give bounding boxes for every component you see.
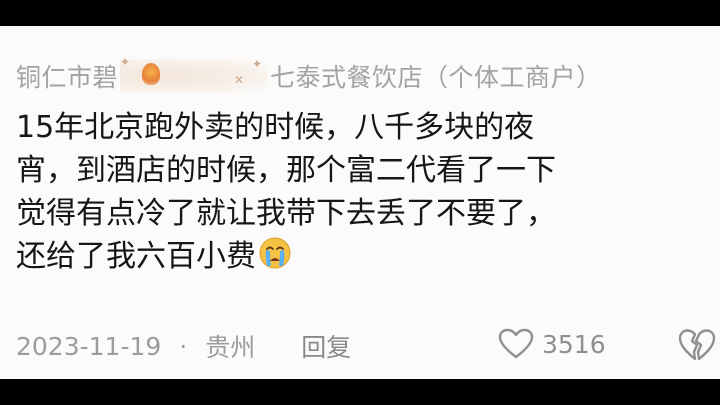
like-button[interactable]: 3516 [498, 328, 606, 360]
like-count: 3516 [542, 329, 606, 359]
comment-body: 15年北京跑外卖的时候，八千多块的夜 宵，到酒店的时候，那个富二代看了一下 觉得… [16, 106, 706, 278]
comment-card: 铜仁市碧 ✦ ✕ ✦ 七泰式餐饮店（个体工商户） 15年北京跑外卖的时候，八千多… [0, 26, 720, 379]
comment-line: 还给了我六百小费 [16, 239, 256, 274]
comment-meta: 2023-11-19 · 贵州 回复 3516 [16, 326, 716, 366]
broken-heart-icon [678, 329, 716, 361]
heart-icon [498, 328, 534, 359]
comment-location: 贵州 [205, 333, 256, 362]
sparkle-icon: ✦ [252, 57, 263, 71]
redacted-name-blur: ✦ ✕ ✦ [120, 55, 269, 93]
sparkle-icon: ✕ [234, 73, 245, 87]
author-name-suffix: 七泰式餐饮店（个体工商户） [270, 63, 602, 92]
reply-button[interactable]: 回复 [301, 328, 351, 364]
meta-separator: · [179, 331, 188, 361]
dislike-button[interactable] [678, 328, 716, 368]
comment-date: 2023-11-19 [16, 331, 162, 361]
comment-line: 15年北京跑外卖的时候，八千多块的夜 [16, 110, 535, 145]
comment-author[interactable]: 铜仁市碧 ✦ ✕ ✦ 七泰式餐饮店（个体工商户） [16, 55, 602, 94]
crying-face-icon [259, 237, 291, 269]
comment-line: 觉得有点冷了就让我带下去丢了不要了， [16, 196, 556, 231]
redacted-avatar-icon [142, 63, 161, 85]
comment-line: 宵，到酒店的时候，那个富二代看了一下 [16, 153, 556, 188]
author-name-prefix: 铜仁市碧 [16, 63, 119, 92]
comment-line-last: 还给了我六百小费 [16, 235, 706, 278]
sparkle-icon: ✦ [120, 55, 131, 69]
